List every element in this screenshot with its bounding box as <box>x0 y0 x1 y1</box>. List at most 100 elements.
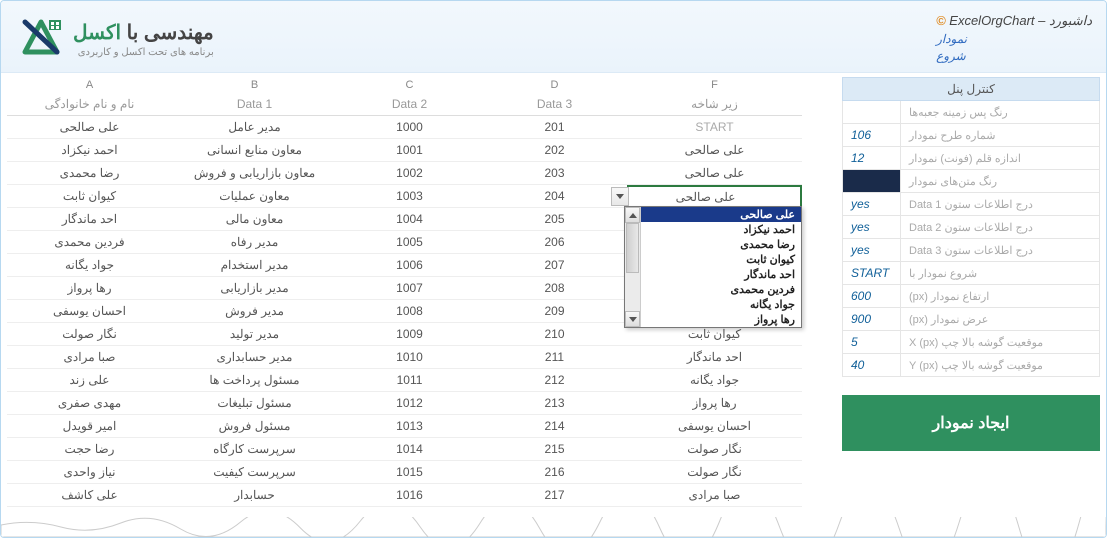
control-panel-value[interactable]: 900 <box>843 308 901 330</box>
cell[interactable]: 210 <box>482 323 627 346</box>
control-panel-value[interactable]: yes <box>843 239 901 261</box>
control-panel-value[interactable]: yes <box>843 193 901 215</box>
col-header[interactable]: Data 2 <box>337 93 482 116</box>
link-chart[interactable]: نمودار <box>936 31 1092 48</box>
cell[interactable]: احد ماندگار <box>7 208 172 231</box>
cell[interactable]: 217 <box>482 484 627 507</box>
link-start[interactable]: شروع <box>936 48 1092 65</box>
control-panel-value[interactable] <box>843 170 901 192</box>
cell[interactable]: 1004 <box>337 208 482 231</box>
cell[interactable]: 215 <box>482 438 627 461</box>
cell[interactable]: START <box>627 116 802 139</box>
cell[interactable]: 1005 <box>337 231 482 254</box>
cell[interactable]: احسان یوسفی <box>7 300 172 323</box>
cell[interactable]: علی زند <box>7 369 172 392</box>
cell[interactable]: 203 <box>482 162 627 185</box>
col-header[interactable]: Data 1 <box>172 93 337 116</box>
cell[interactable]: مسئول پرداخت ها <box>172 369 337 392</box>
dropdown-item[interactable]: رضا محمدی <box>625 237 801 252</box>
create-chart-button[interactable]: ایجاد نمودار <box>842 395 1100 451</box>
cell[interactable]: 214 <box>482 415 627 438</box>
cell[interactable]: رضا حجت <box>7 438 172 461</box>
cell[interactable]: 216 <box>482 461 627 484</box>
cell[interactable]: 1001 <box>337 139 482 162</box>
col-letter[interactable]: F <box>627 77 802 93</box>
cell[interactable]: 201 <box>482 116 627 139</box>
col-letter[interactable]: D <box>482 77 627 93</box>
cell[interactable]: معاون عملیات <box>172 185 337 208</box>
cell[interactable]: مدیر تولید <box>172 323 337 346</box>
cell[interactable]: 202 <box>482 139 627 162</box>
control-panel-value[interactable]: START <box>843 262 901 284</box>
control-panel-value[interactable] <box>843 101 901 123</box>
cell[interactable]: صبا مرادی <box>627 484 802 507</box>
cell[interactable]: مدیر استخدام <box>172 254 337 277</box>
scroll-thumb[interactable] <box>626 223 639 273</box>
cell[interactable]: احد ماندگار <box>627 346 802 369</box>
cell[interactable]: رها پرواز <box>627 392 802 415</box>
dropdown-item[interactable]: علی صالحی <box>625 207 801 222</box>
col-letter[interactable]: C <box>337 77 482 93</box>
cell[interactable]: 1013 <box>337 415 482 438</box>
cell[interactable]: مسئول فروش <box>172 415 337 438</box>
cell[interactable]: 1002 <box>337 162 482 185</box>
cell[interactable]: 206 <box>482 231 627 254</box>
cell[interactable]: 1014 <box>337 438 482 461</box>
col-header[interactable]: Data 3 <box>482 93 627 116</box>
cell[interactable]: جواد یگانه <box>7 254 172 277</box>
control-panel-value[interactable]: 40 <box>843 354 901 376</box>
dropdown-item[interactable]: جواد یگانه <box>625 297 801 312</box>
cell[interactable]: 1009 <box>337 323 482 346</box>
cell[interactable]: 212 <box>482 369 627 392</box>
cell[interactable]: امیر قویدل <box>7 415 172 438</box>
dropdown-item[interactable]: رها پرواز <box>625 312 801 327</box>
scroll-down-icon[interactable] <box>625 311 640 327</box>
col-letter[interactable]: A <box>7 77 172 93</box>
dropdown-item[interactable]: احد ماندگار <box>625 267 801 282</box>
cell[interactable]: رها پرواز <box>7 277 172 300</box>
cell[interactable]: مسئول تبلیغات <box>172 392 337 415</box>
dropdown-button[interactable] <box>611 187 629 206</box>
cell[interactable]: مدیر رفاه <box>172 231 337 254</box>
cell[interactable]: سرپرست کیفیت <box>172 461 337 484</box>
cell[interactable]: مدیر عامل <box>172 116 337 139</box>
cell[interactable]: 1006 <box>337 254 482 277</box>
cell[interactable]: علی صالحی <box>627 162 802 185</box>
cell[interactable]: 204 <box>482 185 627 208</box>
col-letter[interactable]: B <box>172 77 337 93</box>
cell[interactable]: 1008 <box>337 300 482 323</box>
cell[interactable]: علی صالحی <box>627 139 802 162</box>
col-header[interactable]: نام و نام خانوادگی <box>7 93 172 116</box>
cell[interactable]: 213 <box>482 392 627 415</box>
cell[interactable]: مدیر فروش <box>172 300 337 323</box>
cell[interactable]: 1007 <box>337 277 482 300</box>
cell[interactable]: حسابدار <box>172 484 337 507</box>
active-cell[interactable]: علی صالحیعلی صالحیاحمد نیکزادرضا محمدیکی… <box>627 185 802 208</box>
cell[interactable]: 1011 <box>337 369 482 392</box>
cell[interactable]: 209 <box>482 300 627 323</box>
cell[interactable]: 207 <box>482 254 627 277</box>
cell[interactable]: 208 <box>482 277 627 300</box>
cell[interactable]: 1015 <box>337 461 482 484</box>
cell[interactable]: 1000 <box>337 116 482 139</box>
control-panel-value[interactable]: 12 <box>843 147 901 169</box>
cell[interactable]: 211 <box>482 346 627 369</box>
control-panel-value[interactable]: 5 <box>843 331 901 353</box>
cell[interactable]: احمد نیکزاد <box>7 139 172 162</box>
cell[interactable]: مدیر بازاریابی <box>172 277 337 300</box>
control-panel-value[interactable]: 600 <box>843 285 901 307</box>
dropdown-item[interactable]: فردین محمدی <box>625 282 801 297</box>
dropdown-item[interactable]: کیوان ثابت <box>625 252 801 267</box>
scrollbar[interactable] <box>625 207 641 327</box>
cell[interactable]: 1016 <box>337 484 482 507</box>
cell[interactable]: نیاز واحدی <box>7 461 172 484</box>
cell[interactable]: معاون منابع انسانی <box>172 139 337 162</box>
cell[interactable]: 1010 <box>337 346 482 369</box>
cell[interactable]: معاون مالی <box>172 208 337 231</box>
cell[interactable]: سرپرست کارگاه <box>172 438 337 461</box>
cell[interactable]: نگار صولت <box>7 323 172 346</box>
cell[interactable]: نگار صولت <box>627 438 802 461</box>
cell[interactable]: معاون بازاریابی و فروش <box>172 162 337 185</box>
cell[interactable]: احسان یوسفی <box>627 415 802 438</box>
scroll-up-icon[interactable] <box>625 207 640 223</box>
